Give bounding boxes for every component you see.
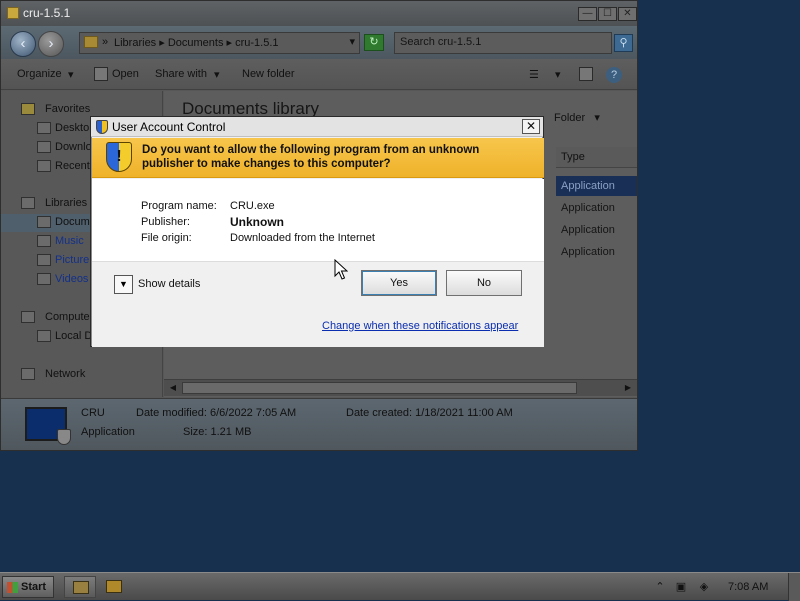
file-origin-value: Downloaded from the Internet	[230, 232, 375, 244]
help-icon[interactable]: ?	[606, 67, 622, 83]
uac-shield-icon	[106, 580, 122, 593]
close-button[interactable]: ✕	[618, 7, 637, 21]
uac-titlebar[interactable]: User Account Control ✕	[91, 117, 543, 137]
close-button[interactable]: ✕	[522, 119, 540, 134]
clock[interactable]: 7:08 AM	[728, 581, 768, 593]
maximize-button[interactable]: ☐	[598, 7, 617, 21]
uac-dialog: User Account Control ✕ ! Do you want to …	[90, 116, 544, 347]
chevron-down-icon[interactable]: ▾	[555, 68, 561, 81]
uac-shield-icon	[96, 120, 108, 134]
music-icon	[37, 235, 51, 247]
table-row[interactable]: Application	[556, 220, 637, 240]
table-row[interactable]: Application	[556, 242, 637, 262]
scrollbar-thumb[interactable]	[182, 382, 577, 394]
open-button[interactable]: Open	[112, 68, 139, 80]
program-name-label: Program name:	[141, 200, 217, 212]
folder-icon	[7, 7, 19, 19]
address-bar-row: ‹ › » Libraries ▸ Documents ▸ cru-1.5.1 …	[1, 26, 637, 59]
mouse-pointer-icon	[334, 259, 348, 280]
yes-button[interactable]: Yes	[361, 270, 437, 296]
search-input[interactable]: Search cru-1.5.1	[394, 32, 612, 54]
volume-icon[interactable]: ◈	[697, 580, 711, 594]
chevron-down-icon[interactable]: ▾	[214, 68, 220, 81]
explorer-title: cru-1.5.1	[23, 6, 71, 20]
application-icon	[25, 407, 71, 445]
taskbar-explorer[interactable]	[64, 576, 96, 598]
show-details-toggle[interactable]: Show details	[138, 278, 200, 290]
breadcrumb-libraries[interactable]: Libraries	[114, 37, 156, 49]
nav-network[interactable]: Network	[1, 366, 163, 384]
detail-kind: Application	[81, 426, 135, 438]
folder-icon	[84, 36, 98, 48]
new-folder-button[interactable]: New folder	[242, 68, 295, 80]
warning-shield-icon: !	[106, 142, 132, 172]
address-field[interactable]: » Libraries ▸ Documents ▸ cru-1.5.1 ▾	[79, 32, 360, 54]
libraries-icon	[21, 197, 35, 209]
taskbar: Start ⌃ ▣ ◈ 7:08 AM	[0, 572, 800, 601]
horizontal-scrollbar[interactable]: ◀ ▶	[164, 379, 637, 396]
detail-date-modified: Date modified: 6/6/2022 7:05 AM	[136, 407, 297, 419]
network-tray-icon[interactable]: ▣	[674, 580, 688, 594]
desktop-icon	[37, 122, 51, 134]
search-icon[interactable]: ⚲	[614, 34, 633, 52]
open-icon	[94, 67, 108, 81]
minimize-button[interactable]: —	[578, 7, 597, 21]
taskbar-app[interactable]	[98, 576, 130, 598]
uac-banner: ! Do you want to allow the following pro…	[92, 138, 544, 178]
uac-footer: ▼ Show details Yes No Change when these …	[92, 261, 544, 347]
uac-program-info: Program name: CRU.exe Publisher: Unknown…	[92, 179, 544, 261]
detail-size: Size: 1.21 MB	[183, 426, 252, 438]
pictures-icon	[37, 254, 51, 266]
disk-icon	[37, 330, 51, 342]
breadcrumb-cru[interactable]: cru-1.5.1	[235, 37, 278, 49]
share-with-menu[interactable]: Share with	[155, 68, 207, 80]
chevron-up-icon[interactable]: ⌃	[653, 580, 667, 594]
program-name-value: CRU.exe	[230, 200, 275, 212]
view-options-icon[interactable]: ☰	[529, 68, 539, 81]
detail-name: CRU	[81, 407, 105, 419]
refresh-button[interactable]: ↻	[364, 34, 384, 51]
folder-icon	[73, 581, 89, 594]
change-notifications-link[interactable]: Change when these notifications appear	[322, 320, 518, 332]
documents-icon	[37, 216, 51, 228]
videos-icon	[37, 273, 51, 285]
shield-icon	[57, 429, 71, 445]
preview-pane-icon[interactable]	[579, 67, 593, 81]
show-desktop-button[interactable]	[788, 573, 800, 601]
network-icon	[21, 368, 35, 380]
start-button[interactable]: Start	[2, 576, 54, 598]
chevron-down-icon[interactable]: ▼	[114, 275, 133, 294]
file-origin-label: File origin:	[141, 232, 192, 244]
windows-logo-icon	[7, 582, 18, 593]
organize-menu[interactable]: Organize	[17, 68, 62, 80]
details-pane: CRU Application Date modified: 6/6/2022 …	[1, 398, 637, 450]
breadcrumb-documents[interactable]: Documents	[168, 37, 224, 49]
recent-places-icon	[37, 160, 51, 172]
table-row[interactable]: Application	[556, 198, 637, 218]
publisher-value: Unknown	[230, 215, 284, 229]
arrange-by-dropdown[interactable]: Folder ▾	[554, 111, 600, 124]
scroll-left-icon[interactable]: ◀	[167, 382, 179, 394]
computer-icon	[21, 311, 35, 323]
detail-date-created: Date created: 1/18/2021 11:00 AM	[346, 407, 513, 419]
chevron-down-icon[interactable]: ▾	[349, 35, 355, 48]
column-header-type[interactable]: Type	[556, 147, 637, 168]
downloads-icon	[37, 141, 51, 153]
scroll-right-icon[interactable]: ▶	[622, 382, 634, 394]
publisher-label: Publisher:	[141, 216, 190, 228]
table-row[interactable]: Application	[556, 176, 637, 196]
command-bar: Organize ▾ Open Share with ▾ New folder …	[1, 59, 637, 90]
uac-title: User Account Control	[112, 120, 226, 134]
explorer-titlebar[interactable]: cru-1.5.1 — ☐ ✕	[1, 1, 637, 26]
chevron-down-icon[interactable]: ▾	[68, 68, 74, 81]
back-button[interactable]: ‹	[10, 31, 36, 57]
star-icon	[21, 103, 35, 115]
forward-button[interactable]: ›	[38, 31, 64, 57]
uac-question: Do you want to allow the following progr…	[142, 144, 480, 170]
no-button[interactable]: No	[446, 270, 522, 296]
